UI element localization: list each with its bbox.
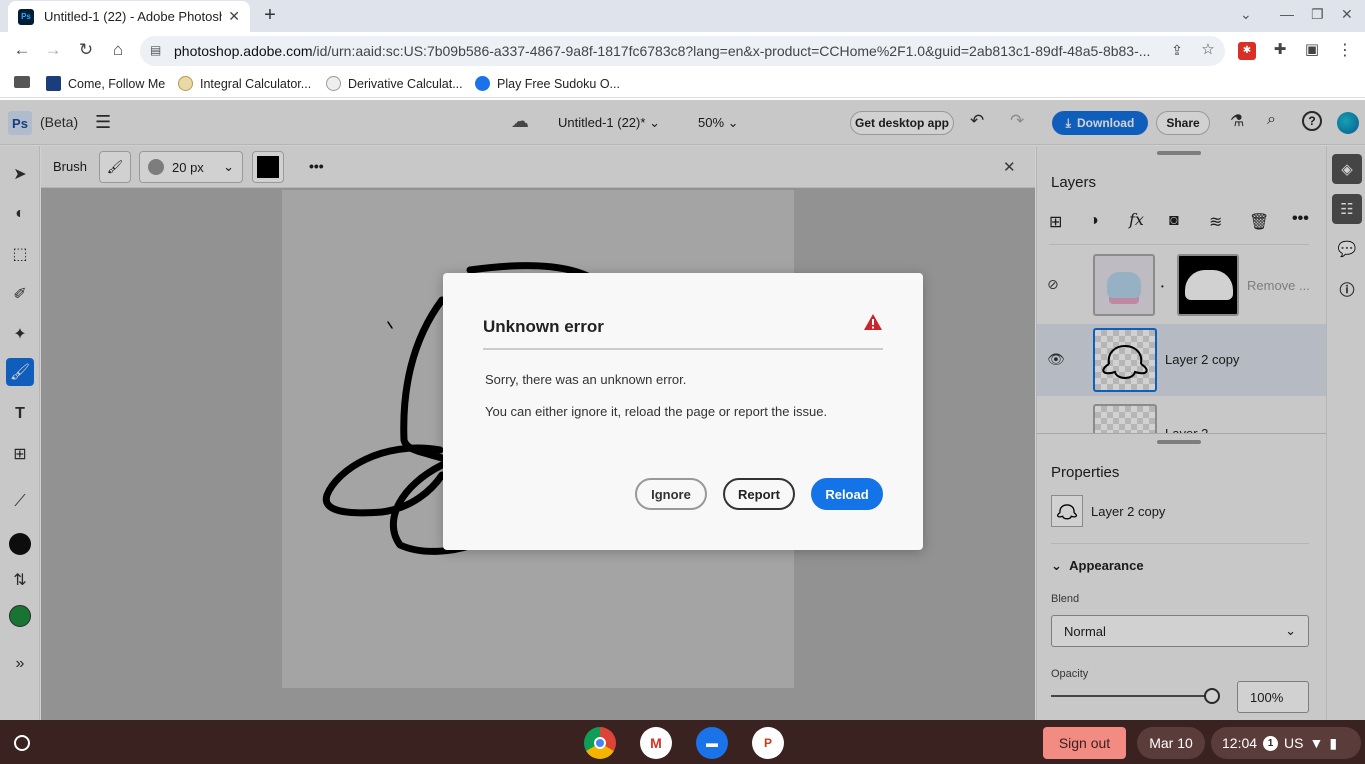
site-info-icon[interactable]: ▤ xyxy=(150,43,161,57)
system-shelf: M ▬ P Sign out Mar 10 12:04 1 US ▼ ▮ xyxy=(0,720,1365,764)
files-app-icon[interactable]: ▬ xyxy=(696,727,728,759)
report-button[interactable]: Report xyxy=(723,478,795,510)
clock: 12:04 xyxy=(1222,735,1258,751)
browser-tab-title: Untitled-1 (22) - Adobe Photoshop xyxy=(44,9,223,24)
ignore-button[interactable]: Ignore xyxy=(635,478,707,510)
bookmark-integral-calculator[interactable]: Integral Calculator... xyxy=(178,76,311,91)
reload-icon[interactable]: ↻ xyxy=(75,40,97,60)
warning-icon xyxy=(863,313,883,334)
bookmarks-folder-icon[interactable] xyxy=(14,76,30,88)
reload-button[interactable]: Reload xyxy=(811,478,883,510)
error-dialog: Unknown error Sorry, there was an unknow… xyxy=(443,273,923,550)
gmail-app-icon[interactable]: M xyxy=(640,727,672,759)
close-window-icon[interactable]: ✕ xyxy=(1341,6,1353,23)
notification-count-badge: 1 xyxy=(1263,735,1279,751)
bookmark-label: Play Free Sudoku O... xyxy=(497,76,620,91)
dialog-title: Unknown error xyxy=(483,317,604,336)
bookmark-label: Come, Follow Me xyxy=(68,76,166,91)
browser-toolbar: ← → ↻ ⌂ photoshop.adobe.com/id/urn:aaid:… xyxy=(0,32,1365,70)
side-panel-icon[interactable]: ▣ xyxy=(1301,40,1323,58)
dialog-message-line1: Sorry, there was an unknown error. xyxy=(485,372,687,387)
address-bar[interactable]: photoshop.adobe.com/id/urn:aaid:sc:US:7b… xyxy=(140,36,1225,66)
minimize-icon[interactable]: — xyxy=(1280,6,1294,22)
sign-out-button[interactable]: Sign out xyxy=(1043,727,1126,759)
new-tab-icon[interactable]: + xyxy=(260,4,280,27)
wifi-icon: ▼ xyxy=(1309,735,1324,751)
extensions-puzzle-icon[interactable]: ✚ xyxy=(1269,40,1291,58)
bookmark-label: Integral Calculator... xyxy=(200,76,312,91)
back-icon[interactable]: ← xyxy=(11,40,33,60)
url-host: photoshop.adobe.com xyxy=(174,43,313,59)
share-page-icon[interactable]: ⇪ xyxy=(1166,42,1188,59)
powerpoint-app-icon[interactable]: P xyxy=(752,727,784,759)
bookmark-come-follow-me[interactable]: Come, Follow Me xyxy=(46,76,165,91)
forward-icon[interactable]: → xyxy=(42,40,64,60)
extension-red-icon[interactable]: ✱ xyxy=(1238,42,1256,60)
close-tab-icon[interactable]: ✕ xyxy=(228,8,240,25)
url-path: /id/urn:aaid:sc:US:7b09b586-a337-4867-9a… xyxy=(312,43,1151,59)
battery-icon: ▮ xyxy=(1329,734,1338,751)
launcher-icon[interactable] xyxy=(14,735,30,751)
dialog-message-line2: You can either ignore it, reload the pag… xyxy=(485,404,828,419)
chrome-app-icon[interactable] xyxy=(584,727,616,759)
bookmarks-bar: Come, Follow Me Integral Calculator... D… xyxy=(0,70,1365,98)
derivative-calculator-favicon-icon xyxy=(326,76,341,91)
sudoku-favicon-icon xyxy=(475,76,490,91)
restore-icon[interactable]: ❐ xyxy=(1311,6,1324,23)
integral-calculator-favicon-icon xyxy=(178,76,193,91)
date-tray[interactable]: Mar 10 xyxy=(1137,727,1205,759)
photoshop-favicon-icon: Ps xyxy=(18,8,34,25)
home-icon[interactable]: ⌂ xyxy=(107,40,129,60)
tab-search-chevron-icon[interactable]: ⌄ xyxy=(1240,6,1252,23)
chrome-menu-icon[interactable]: ⋮ xyxy=(1334,40,1356,60)
keyboard-locale: US xyxy=(1284,735,1304,751)
status-tray[interactable]: 12:04 1 US ▼ ▮ xyxy=(1211,727,1361,759)
browser-tab-strip: Ps Untitled-1 (22) - Adobe Photoshop ✕ +… xyxy=(0,0,1365,32)
browser-tab[interactable]: Ps Untitled-1 (22) - Adobe Photoshop ✕ xyxy=(8,1,250,32)
bookmark-label: Derivative Calculat... xyxy=(348,76,463,91)
bookmark-play-free-sudoku[interactable]: Play Free Sudoku O... xyxy=(475,76,620,91)
bookmark-star-icon[interactable]: ☆ xyxy=(1197,40,1219,58)
bookmark-derivative-calculator[interactable]: Derivative Calculat... xyxy=(326,76,463,91)
come-follow-me-favicon-icon xyxy=(46,76,61,91)
dialog-divider xyxy=(483,348,883,350)
